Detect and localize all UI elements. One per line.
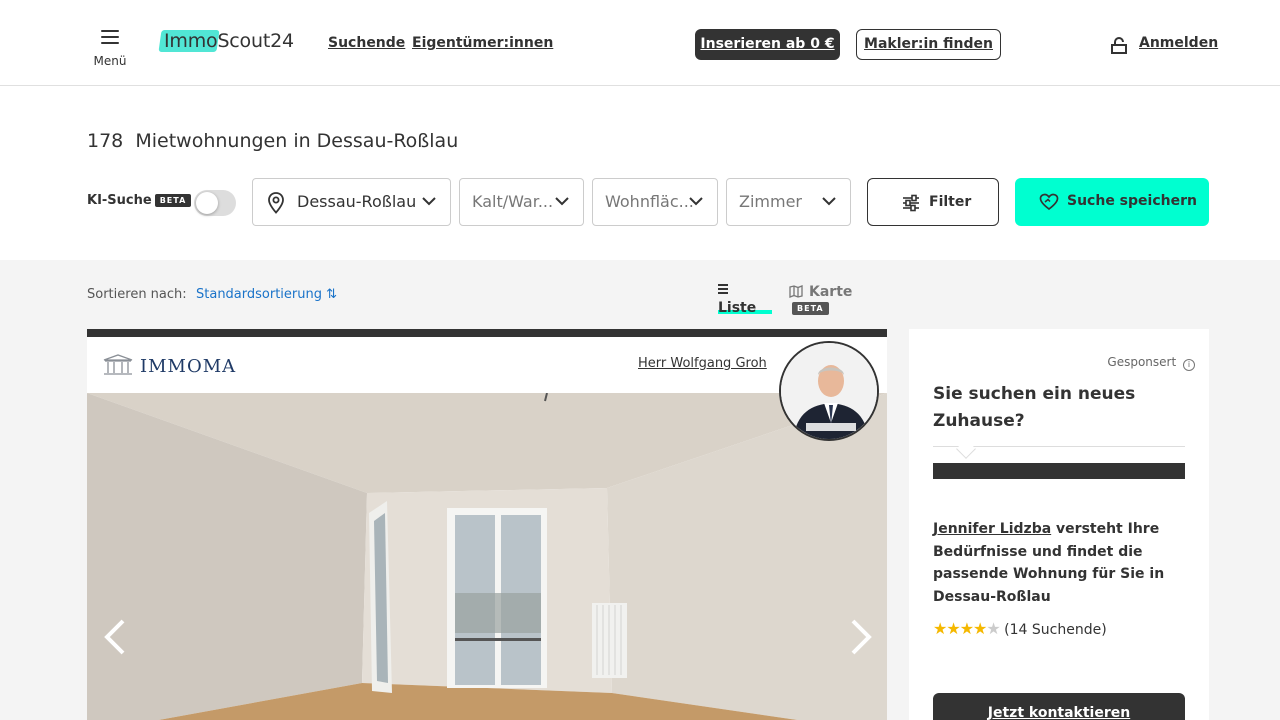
agency-bar: IMMOMA Herr Wolfgang Groh [87,337,887,393]
tab-list[interactable]: Liste [718,284,772,316]
next-image-arrow[interactable] [845,617,875,657]
rent-select[interactable]: Kalt/War... [459,178,584,226]
chevron-down-icon [422,197,436,206]
location-select[interactable]: Dessau-Roßlau [252,178,451,226]
chevron-down-icon [689,197,703,206]
login-label: Anmelden [1139,35,1219,51]
area-select[interactable]: Wohnfläc... [592,178,718,226]
building-columns-icon [103,354,133,375]
list-icon [718,284,728,294]
filter-label: Filter [929,194,972,210]
result-title: 178 Mietwohnungen in Dessau-Roßlau [87,130,459,152]
previous-image-arrow[interactable] [101,617,131,657]
nav-eigentuemer[interactable]: Eigentümer:innen [412,35,553,51]
agent-portrait-icon [781,343,877,439]
ki-search-toggle[interactable] [194,190,236,216]
location-value: Dessau-Roßlau [297,192,417,211]
rooms-placeholder: Zimmer [739,192,802,211]
find-broker-button[interactable]: Makler:in finden [856,29,1001,60]
map-beta-badge: BETA [792,301,829,315]
nav-suchende[interactable]: Suchende [328,35,405,51]
star-rating-icon: ★★★★★ [933,619,1001,638]
sponsored-label: Gesponsert i [1107,355,1195,371]
ad-rating: ★★★★★ (14 Suchende) [933,619,1107,638]
ad-agent-link[interactable]: Jennifer Lidzba [933,521,1051,537]
sponsored-text: Gesponsert [1107,355,1177,369]
ki-search-label: KI-Suche BETA [87,193,192,208]
agent-name-link[interactable]: Herr Wolfgang Groh [638,356,767,371]
menu-button[interactable]: Menü [90,30,130,69]
sponsored-ad: Gesponsert i Sie suchen ein neues Zuhaus… [909,329,1209,720]
agency-name: IMMOMA [140,356,237,377]
ad-dark-bar [933,463,1185,479]
sliders-icon [903,194,919,212]
location-pin-icon [268,192,284,214]
search-bar: 178 Mietwohnungen in Dessau-Roßlau KI-Su… [0,86,1280,260]
map-icon [789,285,803,298]
ki-search-text: KI-Suche [87,193,152,208]
user-icon [1111,37,1127,54]
card-top-bar [87,329,887,337]
ki-beta-badge: BETA [154,194,192,207]
ad-description: Jennifer Lidzba versteht Ihre Bedürfniss… [933,518,1173,608]
contact-button[interactable]: Jetzt kontaktieren [933,693,1185,720]
listing-photo[interactable] [87,392,887,720]
info-icon[interactable]: i [1183,359,1195,371]
save-search-button[interactable]: Suche speichern [1015,178,1209,226]
tab-list-label: Liste [718,300,757,316]
tab-map-label: Karte [809,284,853,300]
rooms-select[interactable]: Zimmer [726,178,851,226]
tab-map[interactable]: KarteBETA [789,284,889,315]
heart-icon [1039,193,1059,211]
immoscout-logo[interactable]: ImmoScout24 [158,28,298,56]
hamburger-icon [101,30,119,44]
logo-text: ImmoScout24 [164,30,294,52]
agent-avatar [779,341,879,441]
save-search-label: Suche speichern [1067,193,1197,209]
toggle-knob [196,192,218,214]
apartment-room-image [87,392,887,720]
ad-notch [956,439,976,459]
listing-card[interactable]: IMMOMA Herr Wolfgang Groh [87,329,887,720]
rent-placeholder: Kalt/War... [472,192,554,211]
sort-select[interactable]: Standardsortierung ⇅ [196,287,337,302]
sort-label: Sortieren nach: [87,287,187,302]
ad-headline: Sie suchen ein neues Zuhause? [933,384,1136,431]
chevron-down-icon [555,197,569,206]
insert-listing-button[interactable]: Inserieren ab 0 € [695,29,840,60]
rating-count: (14 Suchende) [1004,622,1107,638]
immoma-logo: IMMOMA [103,354,235,380]
filter-button[interactable]: Filter [867,178,999,226]
site-header: Menü ImmoScout24 Suchende Eigentümer:inn… [0,0,1280,86]
chevron-down-icon [822,197,836,206]
menu-label: Menü [93,54,127,68]
area-placeholder: Wohnfläc... [605,192,694,211]
